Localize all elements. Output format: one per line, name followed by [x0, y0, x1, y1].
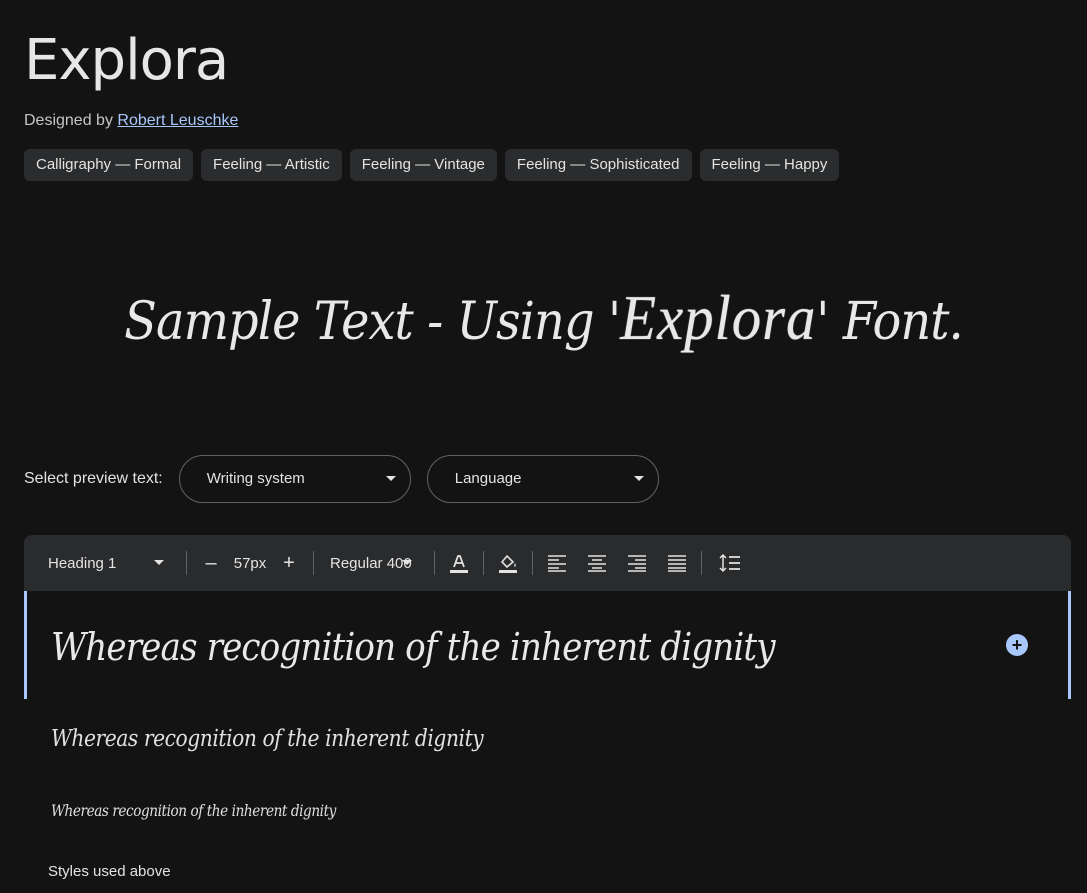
chevron-down-icon: [402, 560, 412, 565]
language-select[interactable]: Language: [426, 455, 659, 503]
designer-link[interactable]: Robert Leuschke: [117, 112, 238, 129]
line-spacing-icon[interactable]: [714, 547, 746, 579]
font-weight-select[interactable]: Regular 400: [322, 547, 426, 579]
toolbar-divider: [483, 551, 484, 575]
sample-text-highlight: Explora: [620, 282, 817, 353]
preview-heading-block[interactable]: Whereas recognition of the inherent dign…: [24, 591, 1071, 699]
toolbar-divider: [313, 551, 314, 575]
add-icon[interactable]: +: [1006, 634, 1028, 656]
align-justify-icon[interactable]: [661, 547, 693, 579]
text-color-icon[interactable]: [443, 547, 475, 579]
writing-system-value: Writing system: [206, 470, 305, 487]
sample-text-before: Sample Text - Using ': [124, 292, 621, 352]
increase-size-button[interactable]: +: [273, 547, 305, 579]
chevron-down-icon: [385, 476, 396, 481]
text-style-value: Heading 1: [48, 554, 117, 572]
font-weight-value: Regular 400: [330, 554, 412, 572]
tag-feeling-sophisticated[interactable]: Feeling — Sophisticated: [504, 149, 692, 181]
text-style-select[interactable]: Heading 1: [48, 547, 178, 579]
sample-text-after: ' Font.: [816, 292, 963, 352]
styles-used-heading: Styles used above: [48, 863, 171, 880]
tag-feeling-happy[interactable]: Feeling — Happy: [699, 149, 840, 181]
preview-line-medium[interactable]: Whereas recognition of the inherent dign…: [51, 722, 484, 756]
tag-list: Calligraphy — Formal Feeling — Artistic …: [24, 149, 840, 181]
designer-line: Designed by Robert Leuschke: [24, 110, 238, 132]
language-value: Language: [454, 470, 522, 487]
toolbar-divider: [186, 551, 187, 575]
font-title: Explora: [24, 28, 229, 93]
tag-calligraphy-formal[interactable]: Calligraphy — Formal: [24, 149, 194, 181]
chevron-down-icon: [633, 476, 644, 481]
font-detail-page: Explora Designed by Robert Leuschke Call…: [0, 0, 1087, 893]
writing-system-select[interactable]: Writing system: [178, 455, 411, 503]
designed-by-label: Designed by: [24, 112, 113, 129]
preview-text-selector: Select preview text: Writing system Lang…: [24, 455, 659, 503]
preview-line-small[interactable]: Whereas recognition of the inherent dign…: [51, 798, 336, 824]
tag-feeling-vintage[interactable]: Feeling — Vintage: [349, 149, 497, 181]
toolbar-divider: [532, 551, 533, 575]
preview-label: Select preview text:: [24, 470, 163, 487]
decrease-size-button[interactable]: –: [195, 547, 227, 579]
tag-feeling-artistic[interactable]: Feeling — Artistic: [201, 149, 342, 181]
align-center-icon[interactable]: [581, 547, 613, 579]
chevron-down-icon: [154, 560, 164, 565]
hero-sample-text: Sample Text - Using 'Explora' Font.: [43, 278, 1043, 362]
align-left-icon[interactable]: [541, 547, 573, 579]
toolbar-divider: [434, 551, 435, 575]
font-size-value[interactable]: 57px: [231, 555, 269, 572]
preview-heading-text[interactable]: Whereas recognition of the inherent dign…: [51, 619, 776, 675]
toolbar-divider: [701, 551, 702, 575]
highlight-color-icon[interactable]: [492, 547, 524, 579]
align-right-icon[interactable]: [621, 547, 653, 579]
preview-toolbar: Heading 1 – 57px + Regular 400: [24, 535, 1071, 591]
